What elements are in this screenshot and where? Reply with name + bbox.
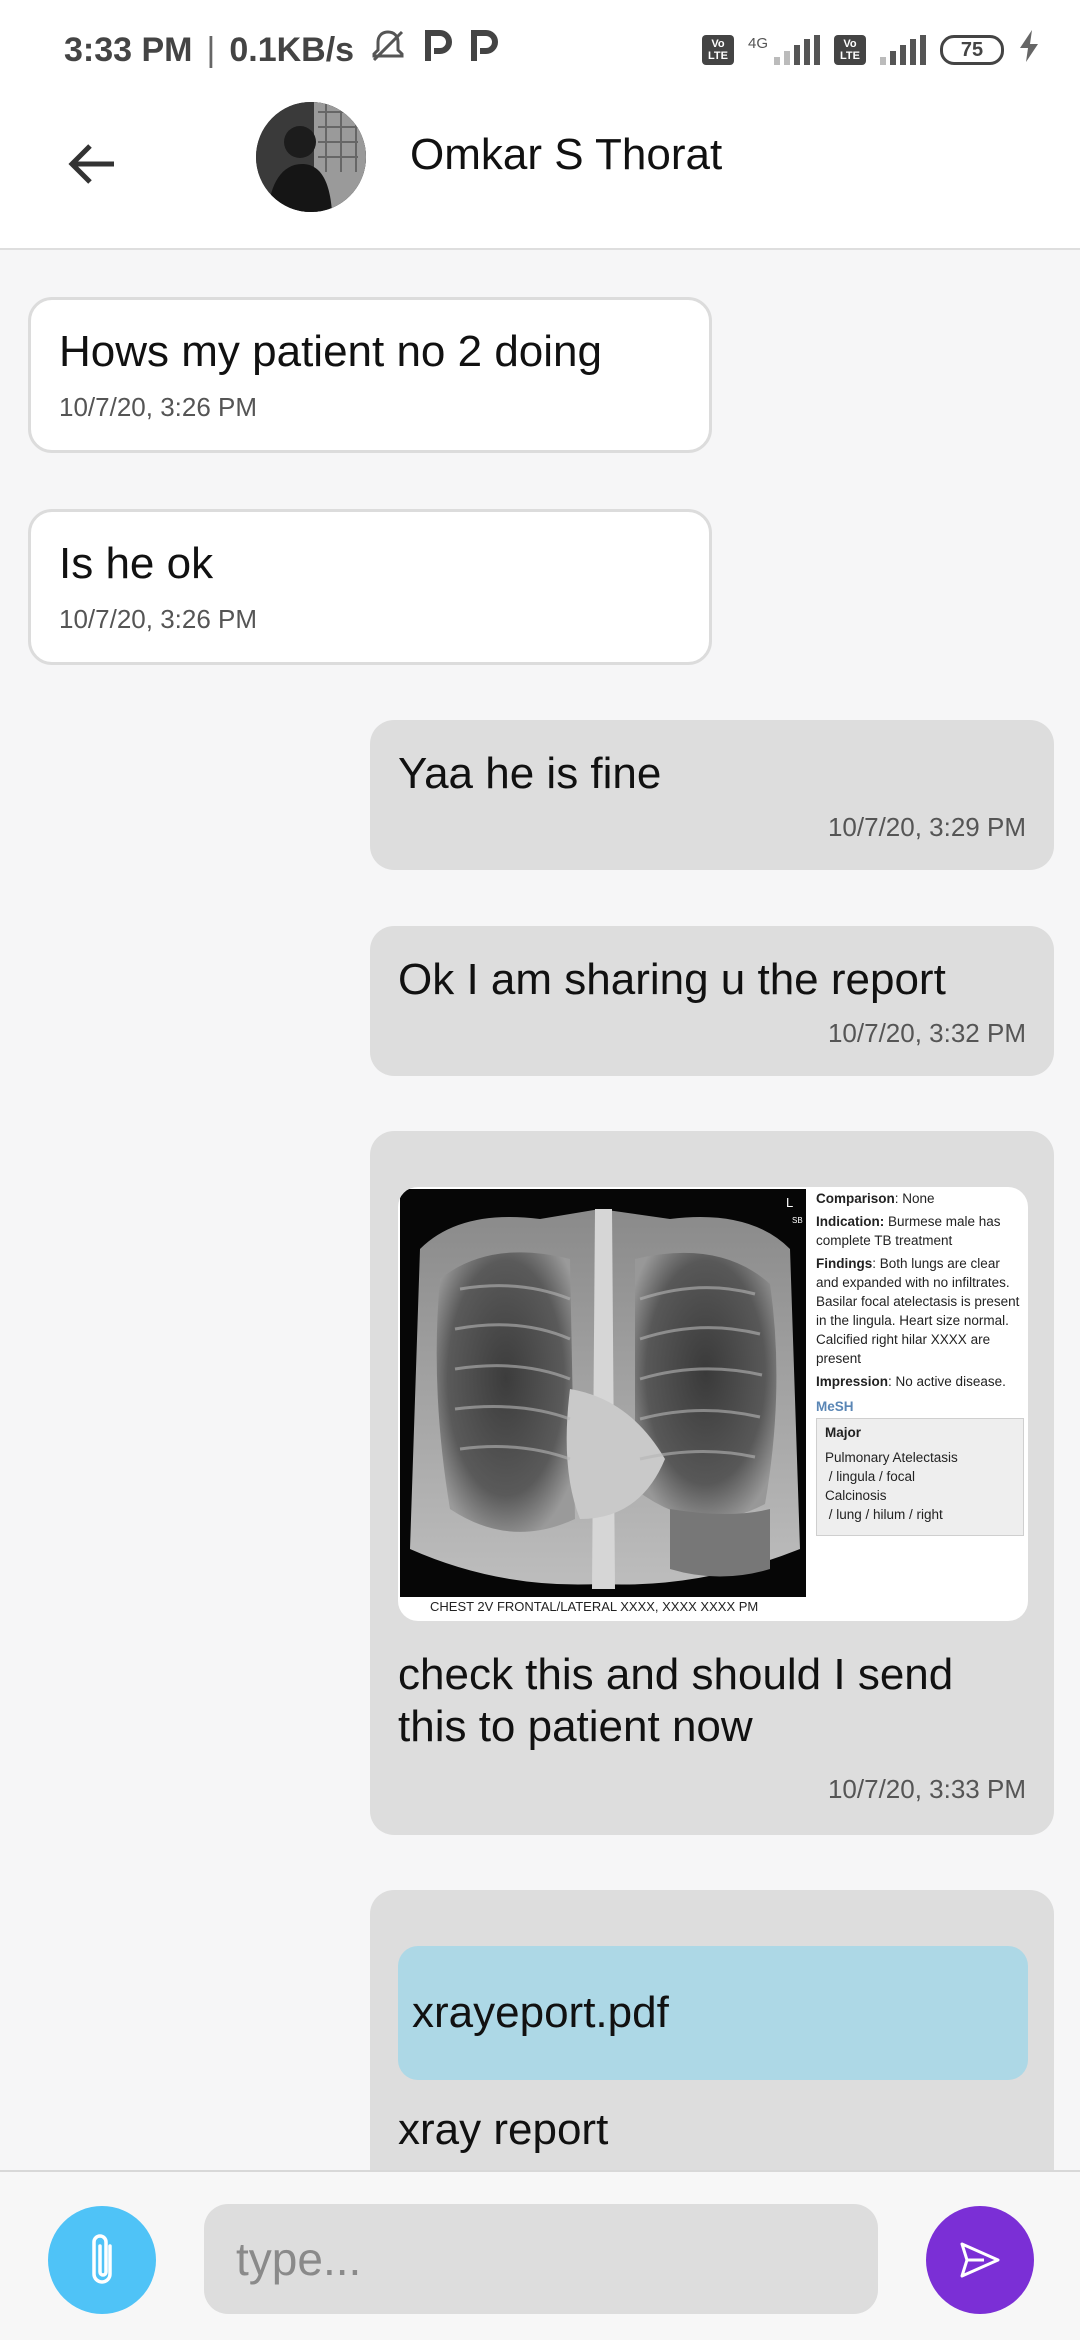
signal-icon [774, 35, 820, 65]
chat-header: Omkar S Thorat [0, 100, 1080, 250]
message-text: check this and should I send this to pat… [398, 1650, 954, 1751]
back-button[interactable] [56, 128, 128, 200]
signal-icon [880, 35, 926, 65]
message-text: Ok I am sharing u the report [398, 955, 946, 1004]
impression-value: : No active disease. [888, 1374, 1006, 1389]
chat-screen: 3:33 PM | 0.1KB/s Vo LTE 4G Vo LTE 75 Om… [0, 0, 1080, 2340]
report-panel: Comparison: None Indication: Burmese mal… [812, 1187, 1028, 1587]
xray-marker-l: L [786, 1195, 793, 1210]
volte-top: Vo [711, 38, 725, 50]
comparison-label: Comparison [816, 1191, 895, 1206]
status-right: Vo LTE 4G Vo LTE 75 [701, 30, 1040, 70]
message-timestamp: 10/7/20, 3:26 PM [59, 392, 258, 422]
message-bubble-incoming[interactable]: Hows my patient no 2 doing 10/7/20, 3:26… [28, 297, 712, 453]
mesh-label: MeSH [816, 1399, 854, 1414]
pdf-attachment[interactable]: xrayeport.pdf [398, 1946, 1028, 2080]
message-input[interactable] [204, 2204, 878, 2314]
volte-top: Vo [843, 38, 857, 50]
impression-label: Impression [816, 1374, 889, 1389]
xray-marker-sb: SB [792, 1216, 803, 1225]
findings-value: : Both lungs are clear and expanded with… [816, 1256, 1020, 1366]
volte-bottom: LTE [840, 50, 860, 62]
status-separator: | [206, 30, 216, 69]
volte-icon: Vo LTE [834, 35, 866, 65]
battery-level: 75 [960, 38, 984, 61]
message-bubble-incoming[interactable]: Is he ok 10/7/20, 3:26 PM [28, 509, 712, 665]
message-text: xray report [398, 2105, 609, 2154]
status-time: 3:33 PM [64, 30, 193, 69]
image-caption: CHEST 2V FRONTAL/LATERAL XXXX, XXXX XXXX… [430, 1599, 759, 1614]
contact-name[interactable]: Omkar S Thorat [410, 130, 722, 180]
report-findings: Findings: Both lungs are clear and expan… [816, 1254, 1024, 1368]
major-line: / lung / hilum / right [825, 1507, 943, 1522]
send-button[interactable] [926, 2206, 1034, 2314]
message-timestamp: 10/7/20, 3:26 PM [59, 604, 258, 634]
report-comparison: Comparison: None [816, 1189, 1024, 1208]
message-text: Yaa he is fine [398, 749, 662, 798]
major-label: Major [825, 1425, 862, 1440]
report-indication: Indication: Burmese male has complete TB… [816, 1212, 1024, 1250]
comparison-value: : None [894, 1191, 935, 1206]
volte-bottom: LTE [708, 50, 728, 62]
paperclip-icon [92, 2234, 112, 2284]
p-app-icon [422, 29, 454, 72]
major-line: Calcinosis [825, 1488, 887, 1503]
status-bar: 3:33 PM | 0.1KB/s Vo LTE 4G Vo LTE 75 [0, 0, 1080, 100]
volte-icon: Vo LTE [701, 35, 734, 65]
message-timestamp: 10/7/20, 3:33 PM [827, 1774, 1026, 1804]
arrow-left-icon [68, 144, 114, 184]
p-app-icon [468, 29, 500, 72]
message-bubble-outgoing[interactable]: L SB Comparison: None Indication: Burmes… [370, 1131, 1054, 1835]
message-composer [0, 2170, 1080, 2340]
avatar[interactable] [256, 102, 366, 212]
network-type: 4G [747, 34, 768, 52]
message-bubble-outgoing[interactable]: Ok I am sharing u the report 10/7/20, 3:… [370, 926, 1054, 1076]
mute-icon [368, 26, 408, 75]
image-attachment[interactable]: L SB Comparison: None Indication: Burmes… [398, 1187, 1028, 1621]
mesh-major-box: Major Pulmonary Atelectasis / lingula / … [816, 1418, 1024, 1536]
indication-label: Indication: [816, 1214, 885, 1229]
message-timestamp: 10/7/20, 3:29 PM [827, 812, 1026, 842]
attach-button[interactable] [48, 2206, 156, 2314]
major-line: Pulmonary Atelectasis [825, 1450, 958, 1465]
send-icon [960, 2242, 1000, 2278]
message-bubble-outgoing[interactable]: Yaa he is fine 10/7/20, 3:29 PM [370, 720, 1054, 870]
message-timestamp: 10/7/20, 3:32 PM [827, 1018, 1026, 1048]
status-left: 3:33 PM | 0.1KB/s [64, 26, 500, 75]
major-line: / lingula / focal [825, 1469, 916, 1484]
xray-image: L SB [400, 1189, 806, 1597]
network-speed: 0.1KB/s [229, 30, 355, 69]
findings-label: Findings [816, 1256, 873, 1271]
charging-icon [1018, 30, 1040, 70]
message-text: Is he ok [59, 539, 214, 588]
pdf-filename: xrayeport.pdf [412, 1988, 669, 2037]
report-impression: Impression: No active disease. [816, 1372, 1024, 1391]
battery-icon: 75 [940, 35, 1004, 65]
message-text: Hows my patient no 2 doing [59, 327, 602, 376]
